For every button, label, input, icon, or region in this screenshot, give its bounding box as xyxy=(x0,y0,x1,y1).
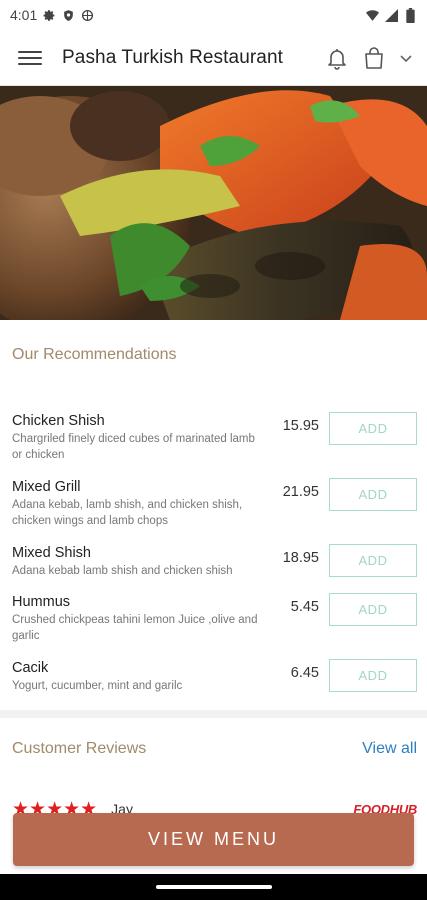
menu-item-description: Adana kebab lamb shish and chicken shish xyxy=(12,565,233,577)
view-all-link[interactable]: View all xyxy=(362,740,417,758)
menu-item-name: Cacik xyxy=(12,660,49,676)
menu-item-price: 5.45 xyxy=(290,599,319,615)
menu-item-name: Mixed Grill xyxy=(12,479,81,495)
menu-item[interactable]: Mixed Grill Adana kebab, lamb shish, and… xyxy=(12,478,417,544)
vpn-icon xyxy=(81,9,94,22)
status-right xyxy=(366,7,417,23)
menu-item-text: Mixed Grill Adana kebab, lamb shish, and… xyxy=(12,478,267,529)
shield-icon xyxy=(62,9,75,22)
menu-item-name: Mixed Shish xyxy=(12,545,91,561)
gear-icon xyxy=(43,9,56,22)
menu-item-description: Crushed chickpeas tahini lemon Juice ,ol… xyxy=(12,614,258,642)
restaurant-title: Pasha Turkish Restaurant xyxy=(62,46,284,68)
recommendation-list: Chicken Shish Chargriled finely diced cu… xyxy=(0,412,427,710)
bell-icon[interactable] xyxy=(325,46,349,70)
add-button[interactable]: ADD xyxy=(329,659,417,692)
menu-item-text: Hummus Crushed chickpeas tahini lemon Ju… xyxy=(12,593,267,644)
reviews-header: Customer Reviews View all xyxy=(0,718,427,780)
status-time: 4:01 xyxy=(10,7,38,23)
menu-item-name: Hummus xyxy=(12,594,71,610)
section-divider xyxy=(0,710,427,718)
menu-item[interactable]: Chicken Shish Chargriled finely diced cu… xyxy=(12,412,417,478)
menu-item[interactable]: Cacik Yogurt, cucumber, mint and garilc … xyxy=(12,659,417,710)
menu-item-description: Chargriled finely diced cubes of marinat… xyxy=(12,433,255,461)
reviews-title: Customer Reviews xyxy=(12,740,147,757)
status-left: 4:01 xyxy=(10,7,94,23)
menu-item[interactable]: Mixed Shish Adana kebab lamb shish and c… xyxy=(12,544,417,593)
menu-item-description: Yogurt, cucumber, mint and garilc xyxy=(12,680,183,692)
menu-item-text: Mixed Shish Adana kebab lamb shish and c… xyxy=(12,544,267,579)
menu-item-price: 15.95 xyxy=(282,418,319,434)
wifi-icon xyxy=(366,9,379,22)
battery-icon xyxy=(404,7,417,23)
menu-item-price: 6.45 xyxy=(290,665,319,681)
add-button[interactable]: ADD xyxy=(329,544,417,577)
system-nav-bar xyxy=(0,874,427,900)
add-button[interactable]: ADD xyxy=(329,412,417,445)
status-bar: 4:01 xyxy=(0,0,427,30)
recommendations-title: Our Recommendations xyxy=(12,346,177,363)
menu-item-name: Chicken Shish xyxy=(12,413,105,429)
home-gesture-handle[interactable] xyxy=(155,885,272,889)
menu-icon[interactable] xyxy=(18,48,42,68)
menu-item-text: Chicken Shish Chargriled finely diced cu… xyxy=(12,412,267,463)
add-button[interactable]: ADD xyxy=(329,478,417,511)
app-bar: Pasha Turkish Restaurant xyxy=(0,30,427,86)
menu-item-price: 21.95 xyxy=(282,484,319,500)
menu-item-price: 18.95 xyxy=(282,550,319,566)
signal-icon xyxy=(385,8,398,22)
recommendations-header: Our Recommendations xyxy=(0,320,427,412)
chevron-down-icon[interactable] xyxy=(399,51,413,65)
menu-item-description: Adana kebab, lamb shish, and chicken shi… xyxy=(12,499,243,527)
add-button[interactable]: ADD xyxy=(329,593,417,626)
menu-item[interactable]: Hummus Crushed chickpeas tahini lemon Ju… xyxy=(12,593,417,659)
menu-item-text: Cacik Yogurt, cucumber, mint and garilc xyxy=(12,659,267,694)
bag-icon[interactable] xyxy=(363,46,385,70)
hero-image xyxy=(0,86,427,320)
view-menu-button[interactable]: VIEW MENU xyxy=(13,813,414,866)
header-actions xyxy=(325,46,413,70)
